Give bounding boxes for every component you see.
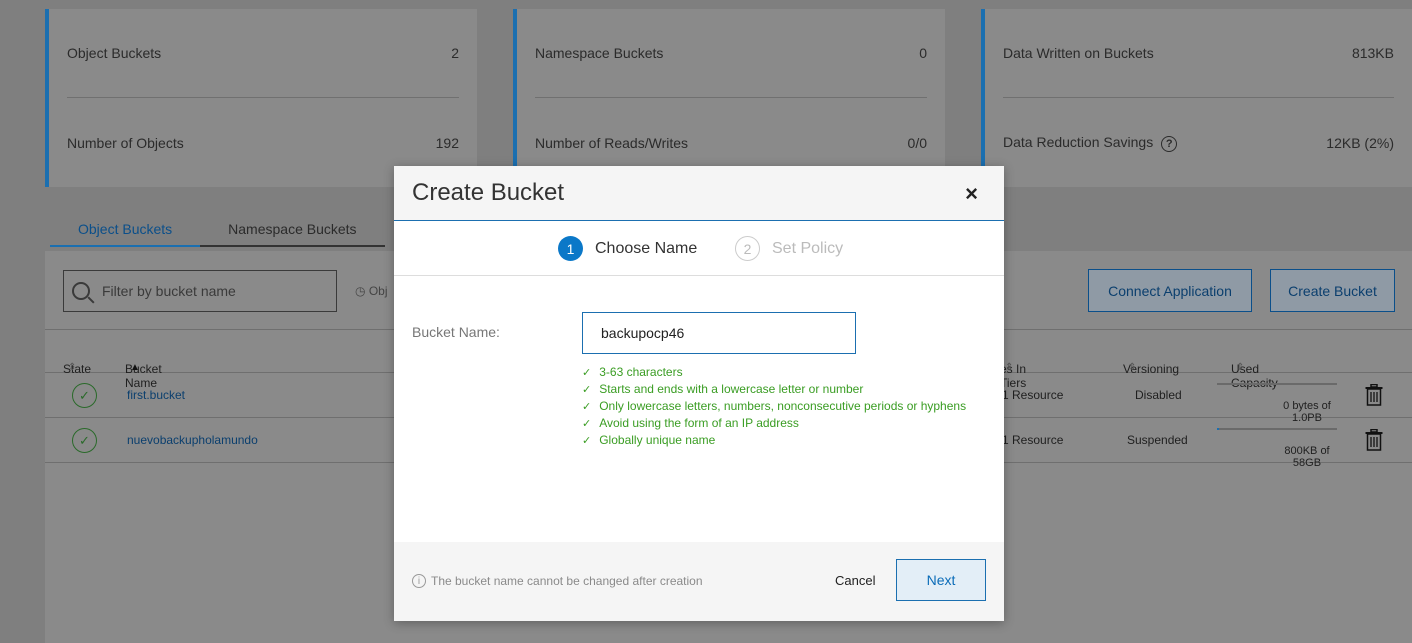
stat-label: Number of Reads/Writes <box>535 134 689 151</box>
connect-application-button[interactable]: Connect Application <box>1088 269 1252 312</box>
stat-label: Namespace Buckets <box>535 45 664 61</box>
create-bucket-button[interactable]: Create Bucket <box>1270 269 1395 312</box>
obj-hint-text: Obj <box>368 284 388 298</box>
footer-note-text: The bucket name cannot be changed after … <box>431 574 703 588</box>
validation-rule: Globally unique name <box>582 432 966 449</box>
step-number: 1 <box>558 236 583 261</box>
bucket-tabs: Object Buckets Namespace Buckets <box>50 215 385 247</box>
tiers-cell: 1 Resource <box>1002 433 1064 447</box>
bucket-name-label: Bucket Name: <box>412 324 500 340</box>
stat-value: 813KB <box>1351 45 1394 61</box>
modal-header: Create Bucket × <box>394 166 1004 221</box>
capacity-fill <box>1217 428 1220 430</box>
stat-label: Data Reduction Savings <box>1003 133 1154 150</box>
modal-title: Create Bucket <box>412 179 565 206</box>
validation-rule: Starts and ends with a lowercase letter … <box>582 381 966 398</box>
bucket-name-link[interactable]: nuevobackupholamundo <box>127 433 258 447</box>
modal-footer: i The bucket name cannot be changed afte… <box>394 542 1004 621</box>
tab-namespace-buckets[interactable]: Namespace Buckets <box>200 215 385 247</box>
wizard-steps: 1 Choose Name 2 Set Policy <box>394 221 1004 276</box>
sort-icon: ⇕ <box>1005 362 1014 373</box>
bucket-name-input[interactable] <box>582 312 856 354</box>
validation-rule: Only lowercase letters, numbers, noncons… <box>582 398 966 415</box>
stat-value: 12KB (2%) <box>1326 134 1394 151</box>
stats-card-data: Data Written on Buckets 813KB Data Reduc… <box>981 9 1412 187</box>
validation-rule: 3-63 characters <box>582 364 966 381</box>
step-number: 2 <box>735 236 760 261</box>
help-icon[interactable]: ? <box>1161 135 1178 152</box>
trash-icon[interactable] <box>1365 429 1383 451</box>
close-icon[interactable]: × <box>965 181 978 207</box>
stat-value: 2 <box>451 45 459 61</box>
obj-hint: ◷ Obj <box>355 284 388 298</box>
create-bucket-modal: Create Bucket × 1 Choose Name 2 Set Poli… <box>394 166 1004 621</box>
capacity-bar: 0 bytes of 1.0PB <box>1217 383 1337 424</box>
stat-value: 0 <box>919 45 927 61</box>
bucket-name-link[interactable]: first.bucket <box>127 388 185 402</box>
sort-asc-icon: ▲ <box>130 362 140 373</box>
stat-label: Object Buckets <box>67 45 162 61</box>
healthy-check-icon: ✓ <box>72 428 97 453</box>
filter-placeholder: Filter by bucket name <box>102 283 236 299</box>
trash-icon[interactable] <box>1365 384 1383 406</box>
stat-row-data-written: Data Written on Buckets 813KB <box>1003 9 1394 98</box>
capacity-bar: 800KB of 58GB <box>1217 428 1337 469</box>
step-set-policy[interactable]: 2 Set Policy <box>735 236 843 261</box>
stat-label: Data Written on Buckets <box>1003 45 1154 61</box>
stat-row-data-reduction: Data Reduction Savings? 12KB (2%) <box>1003 98 1394 187</box>
healthy-check-icon: ✓ <box>72 383 97 408</box>
stat-row-object-buckets: Object Buckets 2 <box>67 9 459 98</box>
stat-label: Number of Objects <box>67 134 184 151</box>
versioning-cell: Suspended <box>1127 433 1188 447</box>
step-label: Set Policy <box>772 239 844 257</box>
stat-row-namespace-buckets: Namespace Buckets 0 <box>535 9 927 98</box>
tab-object-buckets[interactable]: Object Buckets <box>50 215 201 247</box>
sort-icon: ⇕ <box>1128 362 1137 373</box>
sort-icon: ⇕ <box>68 362 77 373</box>
footer-note: i The bucket name cannot be changed afte… <box>412 574 703 588</box>
versioning-cell: Disabled <box>1135 388 1182 402</box>
search-icon <box>72 282 90 300</box>
next-button[interactable]: Next <box>896 559 986 601</box>
stat-label-wrap: Data Reduction Savings? <box>1003 133 1178 152</box>
cancel-button[interactable]: Cancel <box>835 573 875 588</box>
sort-icon: ⇕ <box>1236 362 1245 373</box>
validation-rule: Avoid using the form of an IP address <box>582 415 966 432</box>
info-icon: i <box>412 574 426 588</box>
stat-value: 192 <box>435 134 459 151</box>
tiers-cell: 1 Resource <box>1002 388 1064 402</box>
stat-value: 0/0 <box>907 134 927 151</box>
validation-rules: 3-63 characters Starts and ends with a l… <box>582 364 966 449</box>
filter-input[interactable]: Filter by bucket name <box>63 270 337 312</box>
step-label: Choose Name <box>595 239 698 257</box>
capacity-text: 800KB of 58GB <box>1284 445 1330 469</box>
stats-card-buckets: Object Buckets 2 Number of Objects 192 <box>45 9 477 187</box>
step-choose-name[interactable]: 1 Choose Name <box>558 236 697 261</box>
stats-card-namespace: Namespace Buckets 0 Number of Reads/Writ… <box>513 9 945 187</box>
